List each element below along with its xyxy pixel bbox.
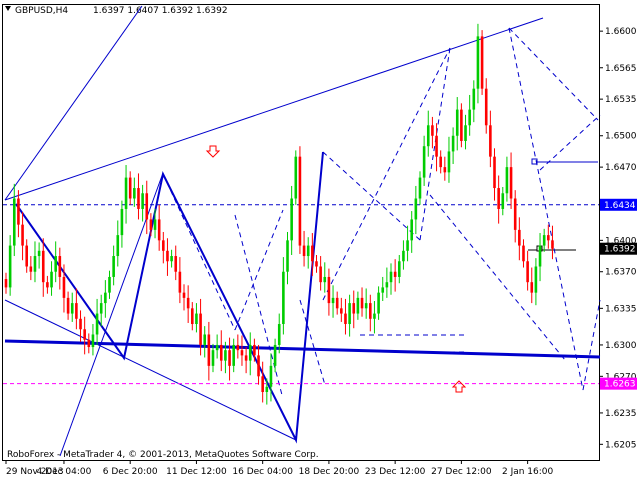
symbol-title: GBPUSD,H4 bbox=[15, 6, 68, 16]
x-tick-label: 6 Dec 20:00 bbox=[103, 467, 158, 477]
y-tick-label: 1.6500 bbox=[605, 132, 637, 142]
y-tick-label: 1.6600 bbox=[605, 27, 637, 37]
y-tick-label: 1.6370 bbox=[605, 268, 637, 278]
copyright-text: RoboForex - MetaTrader 4, © 2001-2013, M… bbox=[7, 450, 319, 460]
y-tick-label: 1.6205 bbox=[605, 440, 637, 450]
y-tick-label: 1.6235 bbox=[605, 409, 637, 419]
y-tick-label: 1.6470 bbox=[605, 163, 637, 173]
x-tick-label: 27 Dec 12:00 bbox=[431, 467, 492, 477]
ohlc-readout: 1.6397 1.6407 1.6392 1.6392 bbox=[93, 6, 228, 16]
y-tick-label: 1.6300 bbox=[605, 341, 637, 351]
candle bbox=[460, 103, 463, 148]
candle bbox=[298, 146, 302, 254]
x-tick-label: 4 Dec 04:00 bbox=[37, 467, 92, 477]
x-tick-label: 18 Dec 20:00 bbox=[299, 467, 360, 477]
x-tick-label: 23 Dec 12:00 bbox=[365, 467, 426, 477]
x-tick-label: 16 Dec 04:00 bbox=[232, 467, 293, 477]
svg-text:1.6263: 1.6263 bbox=[604, 380, 636, 390]
candle bbox=[294, 150, 298, 205]
price-tag: 1.6392 bbox=[600, 242, 637, 255]
y-tick-label: 1.6565 bbox=[605, 64, 637, 74]
price-tag: 1.6434 bbox=[600, 198, 637, 211]
x-tick-label: 2 Jan 16:00 bbox=[502, 467, 554, 477]
x-tick-label: 11 Dec 12:00 bbox=[166, 467, 227, 477]
svg-text:1.6434: 1.6434 bbox=[604, 201, 636, 211]
y-tick-label: 1.6335 bbox=[605, 304, 637, 314]
price-chart[interactable]: GBPUSD,H4 1.6397 1.6407 1.6392 1.6392 1.… bbox=[0, 0, 640, 480]
price-tag: 1.6263 bbox=[600, 377, 637, 390]
y-tick-label: 1.6535 bbox=[605, 95, 637, 105]
svg-text:1.6392: 1.6392 bbox=[604, 245, 636, 255]
candle bbox=[480, 30, 484, 95]
